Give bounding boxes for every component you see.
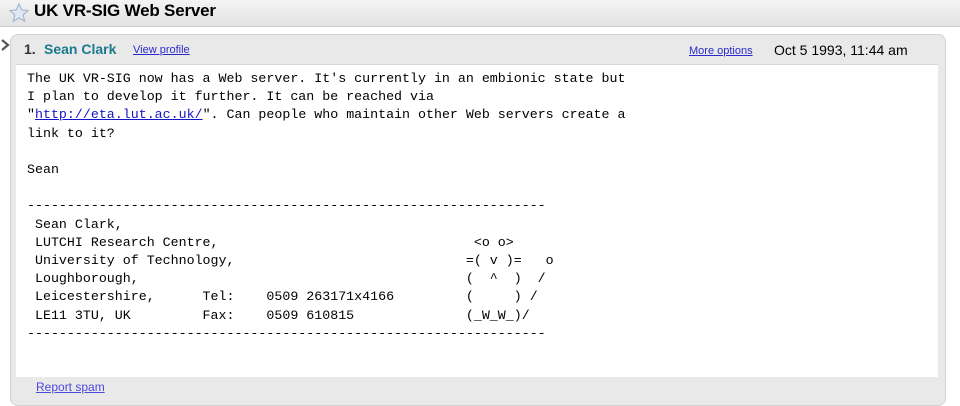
- star-icon[interactable]: [8, 2, 30, 24]
- report-spam-link[interactable]: Report spam: [36, 380, 105, 394]
- web-server-link[interactable]: http://eta.lut.ac.uk/: [35, 107, 203, 122]
- message-body-text-after-link: ". Can people who maintain other Web ser…: [27, 107, 626, 341]
- message-date: Oct 5 1993, 11:44 am: [774, 42, 908, 58]
- thread-title-bar: UK VR-SIG Web Server: [0, 0, 960, 27]
- view-profile-link[interactable]: View profile: [133, 44, 190, 56]
- author-link[interactable]: Sean Clark: [44, 41, 116, 57]
- message-body: The UK VR-SIG now has a Web server. It's…: [27, 70, 625, 343]
- message-header: 1. Sean Clark View profile More options …: [24, 40, 934, 62]
- message-index: 1.: [24, 41, 36, 57]
- more-options-link[interactable]: More options: [689, 45, 753, 57]
- thread-title: UK VR-SIG Web Server: [34, 1, 216, 20]
- message-body-box: The UK VR-SIG now has a Web server. It's…: [16, 64, 938, 377]
- expand-arrow-icon[interactable]: [0, 38, 12, 52]
